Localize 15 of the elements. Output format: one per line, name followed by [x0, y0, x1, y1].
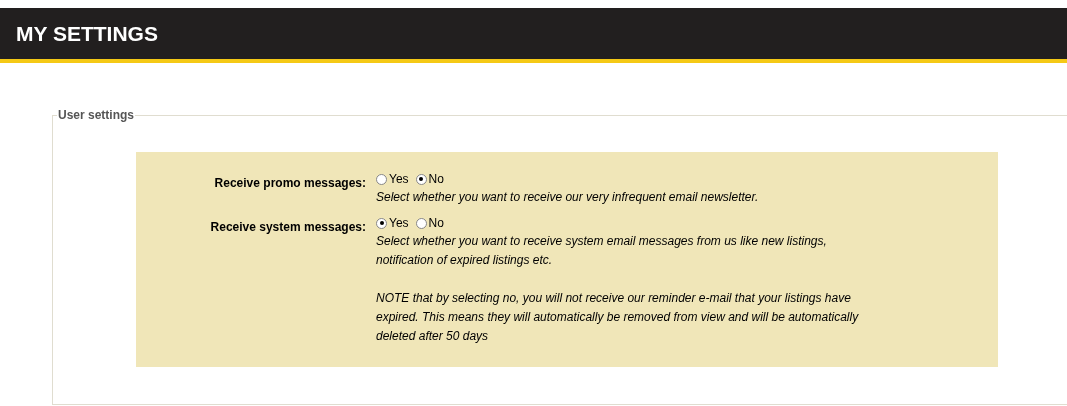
radio-option[interactable]: No — [415, 214, 444, 232]
radio-button[interactable] — [376, 217, 387, 229]
setting-description: NOTE that by selecting no, you will not receive our reminder e-mail that your listings have expired. This means they will automatically be removed from view and will be automatically deleted after 50 days — [376, 290, 860, 345]
setting-label: Receive promo messages: — [214, 176, 366, 190]
radio-button[interactable] — [415, 173, 427, 185]
radio-option[interactable]: No — [415, 170, 444, 188]
setting-description: Select whether you want to receive system email messages from us like new listings, notification of expired listings etc. — [376, 233, 828, 269]
radio-option[interactable]: Yes — [376, 214, 409, 232]
radio-button[interactable] — [415, 217, 427, 229]
radio-button[interactable] — [376, 173, 387, 185]
setting-label: Receive system messages: — [210, 220, 366, 234]
page-title: MY SETTINGS — [16, 20, 158, 47]
radio-option[interactable]: Yes — [376, 170, 409, 188]
setting-description: Select whether you want to receive our very infrequent email newsletter. — [376, 189, 760, 206]
fieldset-legend: User settings — [57, 108, 136, 122]
